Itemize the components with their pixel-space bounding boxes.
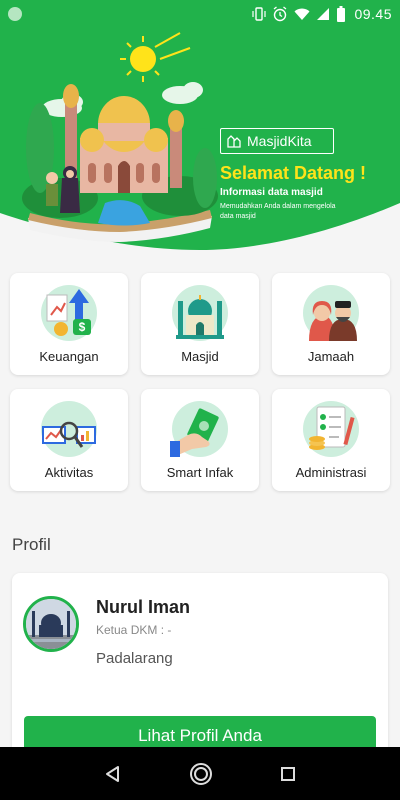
signal-icon — [316, 7, 330, 21]
brand-logo: MasjidKita — [220, 128, 334, 154]
mosque-photo — [26, 599, 76, 649]
battery-icon — [336, 6, 346, 22]
menu-administrasi[interactable]: Administrasi — [272, 389, 390, 491]
activity-icon — [41, 401, 97, 457]
recents-icon[interactable] — [280, 766, 296, 782]
alarm-icon — [272, 6, 288, 22]
menu-label: Masjid — [181, 349, 219, 364]
menu-label: Keuangan — [39, 349, 99, 364]
masjidkita-logo-icon — [227, 134, 241, 148]
avatar — [23, 596, 79, 652]
profile-location: Padalarang — [96, 650, 173, 667]
menu-label: Smart Infak — [166, 465, 234, 480]
back-icon[interactable] — [104, 765, 122, 783]
welcome-title: Selamat Datang ! — [220, 163, 367, 183]
section-title-profil: Profil — [12, 535, 51, 554]
menu-label: Jamaah — [307, 349, 355, 364]
profile-card: Nurul Iman Ketua DKM : - Padalarang Liha… — [12, 573, 388, 773]
menu-label: Aktivitas — [44, 465, 94, 480]
menu-keuangan[interactable]: $ Keuangan — [10, 273, 128, 375]
vibrate-icon — [252, 7, 267, 21]
status-bar: 09.45 — [0, 0, 400, 28]
wifi-icon — [294, 7, 310, 21]
navigation-bar — [0, 747, 400, 800]
profile-name: Nurul Iman — [96, 597, 191, 617]
menu-grid: $ Keuangan Masjid Jamaah Aktivitas Smart… — [10, 273, 390, 491]
menu-smart-infak[interactable]: Smart Infak — [141, 389, 259, 491]
donation-icon — [170, 401, 228, 457]
clock: 09.45 — [354, 6, 392, 22]
menu-label: Administrasi — [295, 465, 367, 480]
mosque-icon — [172, 285, 228, 341]
header-illustration — [0, 28, 400, 253]
svg-text:$: $ — [79, 320, 86, 334]
finance-icon: $ — [41, 285, 97, 341]
menu-jamaah[interactable]: Jamaah — [272, 273, 390, 375]
brand-name: MasjidKita — [247, 133, 312, 149]
info-subtitle: Memudahkan Anda dalam mengelola data mas… — [220, 203, 336, 220]
menu-masjid[interactable]: Masjid — [141, 273, 259, 375]
notification-dot-icon — [8, 7, 22, 21]
administration-icon — [303, 401, 359, 457]
profile-role: Ketua DKM : - — [96, 623, 172, 637]
header-banner: MasjidKita Selamat Datang ! Informasi da… — [0, 28, 400, 253]
info-title: Informasi data masjid — [220, 187, 323, 198]
congregation-icon — [303, 285, 359, 341]
menu-aktivitas[interactable]: Aktivitas — [10, 389, 128, 491]
home-icon[interactable] — [189, 762, 213, 786]
